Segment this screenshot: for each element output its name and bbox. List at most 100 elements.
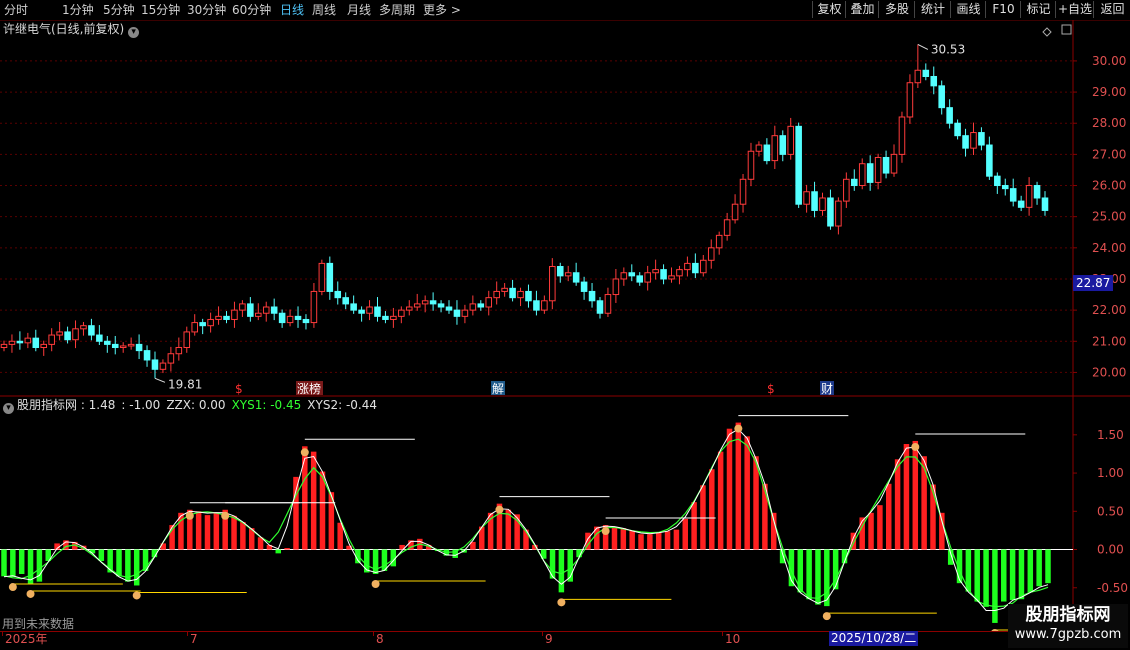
date-label-1: 7 xyxy=(190,632,198,646)
indicator-bar xyxy=(364,549,370,573)
date-tick xyxy=(373,632,374,636)
candle-body xyxy=(747,150,755,180)
candle-body xyxy=(692,262,699,274)
indicator-bar xyxy=(877,505,883,550)
indicator-bar xyxy=(903,444,910,550)
candle-body xyxy=(270,306,278,314)
indicator-bar xyxy=(709,469,715,550)
indicator-bar xyxy=(611,526,618,550)
candle-body xyxy=(8,340,16,345)
period-tab-1[interactable]: 1分钟 xyxy=(62,2,94,18)
indicator-bar xyxy=(240,522,246,550)
candle-body xyxy=(24,337,32,344)
period-tab-5[interactable]: 60分钟 xyxy=(232,2,271,18)
indicator-bar xyxy=(549,549,556,579)
indicator-bar xyxy=(983,549,989,607)
date-label-0: 2025年 xyxy=(5,632,48,646)
candle-body xyxy=(509,287,516,299)
candle-body xyxy=(294,315,302,320)
indicator-bar xyxy=(319,471,326,550)
candle-body xyxy=(541,300,548,311)
period-tab-6[interactable]: 日线 xyxy=(280,2,304,18)
period-tab-2[interactable]: 5分钟 xyxy=(103,2,135,18)
candle-body xyxy=(978,132,985,146)
toolbar-button-4[interactable]: 画线 xyxy=(950,1,986,18)
candle-body xyxy=(374,306,381,317)
buy-hand-icon xyxy=(371,580,380,588)
period-tab-9[interactable]: 多周期 xyxy=(379,2,415,18)
indicator-bar xyxy=(939,512,945,550)
indicator-bar xyxy=(195,511,202,550)
date-label-2: 8 xyxy=(376,632,384,646)
indicator-collapse-icon[interactable]: ▾ xyxy=(3,403,14,414)
candle-body xyxy=(199,322,206,327)
indicator-bar xyxy=(1,549,7,577)
toolbar-button-8[interactable]: 返回 xyxy=(1093,1,1130,18)
candle-body xyxy=(350,303,357,311)
indicator-bar xyxy=(1018,549,1025,600)
candle-body xyxy=(88,325,95,336)
indicator-bar xyxy=(815,549,821,605)
candle-body xyxy=(938,85,945,109)
candle-body xyxy=(40,343,48,349)
candle-body xyxy=(302,318,310,324)
candle-body xyxy=(636,275,644,283)
candle-body xyxy=(461,309,469,317)
candle-body xyxy=(819,197,826,211)
toolbar-button-1[interactable]: 叠加 xyxy=(845,1,879,18)
indicator-bar xyxy=(629,530,635,550)
period-tab-4[interactable]: 30分钟 xyxy=(187,2,226,18)
candle-body xyxy=(954,122,961,137)
price-tick-label: 28.00 xyxy=(1092,116,1126,130)
candle-body xyxy=(906,82,914,118)
indicator-bar xyxy=(204,515,211,550)
candle-body xyxy=(56,331,63,336)
candle-body xyxy=(255,312,262,317)
toolbar-button-6[interactable]: 标记 xyxy=(1020,1,1056,18)
candle-body xyxy=(1009,188,1017,202)
period-tab-3[interactable]: 15分钟 xyxy=(141,2,180,18)
candle-body xyxy=(572,272,580,283)
indicator-bar xyxy=(700,485,706,550)
candle-body xyxy=(811,191,818,211)
toolbar-button-3[interactable]: 统计 xyxy=(914,1,951,18)
period-tab-0[interactable]: 分时 xyxy=(4,2,28,18)
indicator-title-row: ▾ 股朋指标网 : 1.48: -1.00 ZZX: 0.00 XYS1: -0.45… xyxy=(3,397,383,414)
candle-body xyxy=(723,219,731,236)
indicator-tick-label: 1.50 xyxy=(1097,428,1124,442)
indicator-bar xyxy=(620,528,627,550)
candle-body xyxy=(159,362,167,370)
candle-body xyxy=(700,259,707,274)
sell-hand-icon xyxy=(185,511,194,520)
candle-body xyxy=(405,306,413,311)
price-tick-label: 24.00 xyxy=(1092,241,1126,255)
candle-body xyxy=(32,337,40,349)
candle-body xyxy=(803,191,810,205)
period-tab-10[interactable]: 更多 > xyxy=(423,2,461,18)
candle-body xyxy=(80,325,87,330)
candle-body xyxy=(620,272,628,280)
toolbar-button-5[interactable]: F10 xyxy=(985,1,1021,18)
candle-body xyxy=(827,197,834,227)
period-tab-8[interactable]: 月线 xyxy=(347,2,371,18)
candle-body xyxy=(763,144,771,162)
candle-body xyxy=(191,322,198,333)
toolbar-button-0[interactable]: 复权 xyxy=(812,1,846,18)
period-tab-7[interactable]: 周线 xyxy=(312,2,336,18)
candle-body xyxy=(715,234,723,249)
indicator-bar xyxy=(682,518,688,550)
candle-body xyxy=(533,300,540,311)
candle-body xyxy=(183,331,191,349)
candle-body xyxy=(135,343,143,352)
candle-body xyxy=(64,331,71,341)
candle-body xyxy=(358,309,365,314)
candle-body xyxy=(851,178,858,187)
indicator-bar xyxy=(169,525,175,550)
event-marker-1: 涨榜 xyxy=(297,381,321,396)
indicator-bar xyxy=(10,549,16,578)
current-date-label: 2025/10/28/二 xyxy=(829,631,919,646)
toolbar-button-2[interactable]: 多股 xyxy=(878,1,915,18)
toolbar-button-7[interactable]: +自选 xyxy=(1055,1,1094,18)
candle-body xyxy=(421,300,429,305)
candle-body xyxy=(239,303,246,311)
